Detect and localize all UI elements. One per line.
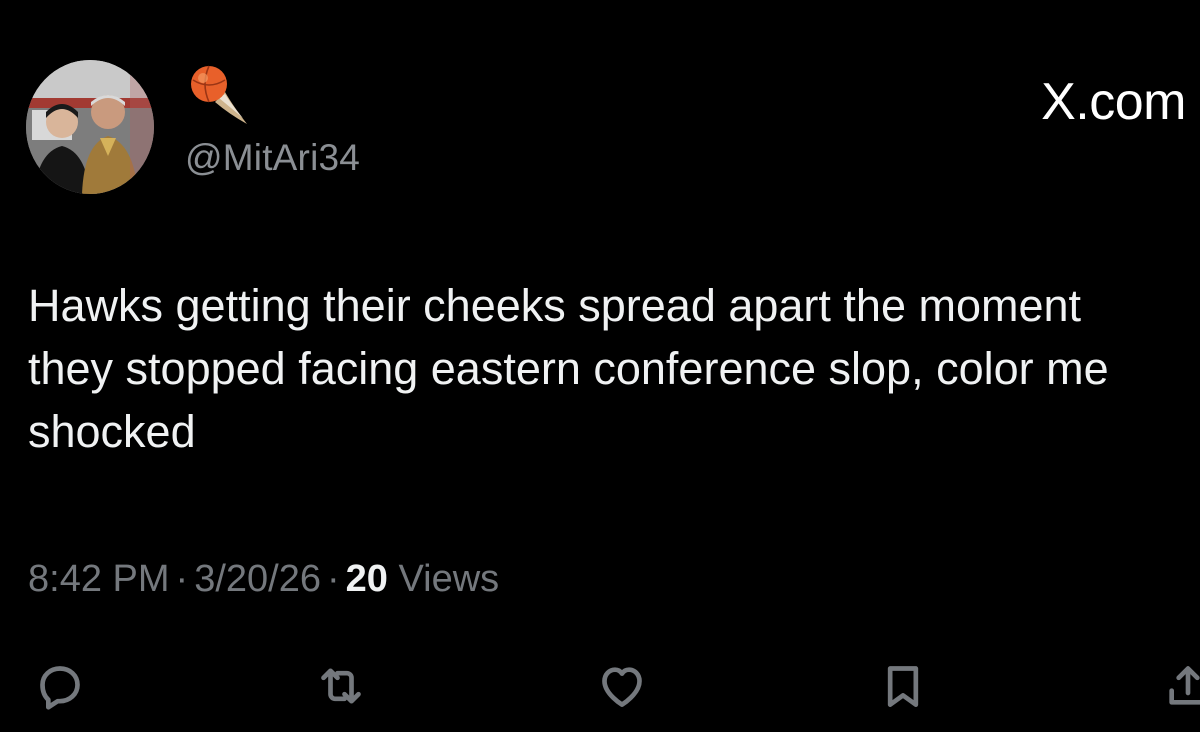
tweet-meta: 8:42 PM · 3/20/26 · 20 Views [28, 558, 499, 601]
reply-button[interactable] [30, 656, 90, 716]
bookmark-icon [887, 666, 919, 707]
tweet-time[interactable]: 8:42 PM [28, 558, 170, 600]
bookmark-button[interactable] [873, 656, 933, 716]
meta-separator: · [175, 558, 189, 600]
tweet-text: Hawks getting their cheeks spread apart … [28, 280, 1109, 457]
action-bar [0, 650, 1200, 720]
views-count[interactable]: 20 [346, 558, 388, 600]
avatar[interactable] [26, 60, 154, 194]
retweet-icon [321, 668, 361, 704]
share-icon [1169, 666, 1200, 705]
reply-icon [40, 666, 80, 710]
like-icon [602, 667, 642, 707]
views-label[interactable]: Views [398, 558, 499, 600]
comet-basketball-emoji [185, 62, 249, 126]
meta-separator: · [326, 558, 340, 600]
avatar-photo [26, 60, 154, 194]
retweet-button[interactable] [311, 656, 371, 716]
tweet-date[interactable]: 3/20/26 [194, 558, 321, 600]
like-button[interactable] [592, 656, 652, 716]
share-button[interactable] [1158, 656, 1200, 716]
author-handle[interactable]: @MitAri34 [185, 137, 360, 179]
brand-label: X.com [1041, 73, 1186, 131]
